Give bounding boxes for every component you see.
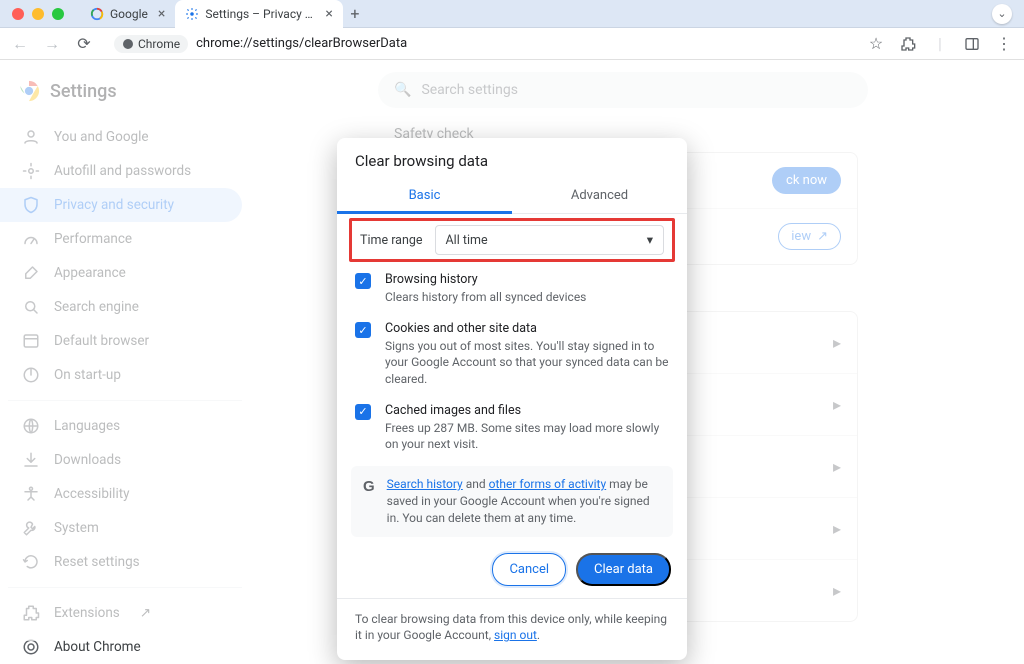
clear-browsing-data-dialog: Clear browsing data Basic Advanced Time … xyxy=(337,138,687,660)
option-desc: Frees up 287 MB. Some sites may load mor… xyxy=(385,420,669,452)
sidebar-item-label: About Chrome xyxy=(54,639,141,655)
option-desc: Clears history from all synced devices xyxy=(385,289,586,305)
sign-out-link[interactable]: sign out xyxy=(494,628,537,642)
menu-icon[interactable]: ⋮ xyxy=(992,32,1016,56)
option-title: Cookies and other site data xyxy=(385,321,669,336)
dialog-tabs: Basic Advanced xyxy=(337,180,687,214)
browser-tab-settings[interactable]: Settings – Privacy and security × xyxy=(175,0,342,28)
time-range-label: Time range xyxy=(360,233,423,248)
browser-toolbar: ← → ⟳ Chrome chrome://settings/clearBrow… xyxy=(0,28,1024,60)
tab-title: Google xyxy=(110,7,148,21)
dialog-footer: To clear browsing data from this device … xyxy=(337,598,687,661)
extensions-icon[interactable] xyxy=(896,32,920,56)
checkbox[interactable]: ✓ xyxy=(355,404,371,420)
dialog-actions: Cancel Clear data xyxy=(337,541,687,598)
close-tab-icon[interactable]: × xyxy=(325,6,332,22)
clear-option-row: ✓ Cookies and other site data Signs you ou… xyxy=(337,313,687,395)
checkbox[interactable]: ✓ xyxy=(355,322,371,338)
site-chip: Chrome xyxy=(114,35,188,53)
tab-strip: Google × Settings – Privacy and security… xyxy=(80,0,1012,28)
clear-option-row: ✓ Browsing history Clears history from all… xyxy=(337,264,687,313)
info-text: Search history and other forms of activi… xyxy=(387,476,661,526)
browser-tab-google[interactable]: Google × xyxy=(80,0,175,28)
tab-title: Settings – Privacy and security xyxy=(205,7,315,21)
tab-basic[interactable]: Basic xyxy=(337,180,512,214)
window-titlebar: Google × Settings – Privacy and security… xyxy=(0,0,1024,28)
minimize-window-icon[interactable] xyxy=(32,8,44,20)
window-controls xyxy=(12,8,64,20)
maximize-window-icon[interactable] xyxy=(52,8,64,20)
new-tab-button[interactable]: + xyxy=(343,2,367,26)
bookmark-star-icon[interactable]: ☆ xyxy=(864,32,888,56)
option-title: Browsing history xyxy=(385,272,586,287)
back-button[interactable]: ← xyxy=(8,32,32,56)
dialog-backdrop[interactable]: Clear browsing data Basic Advanced Time … xyxy=(0,60,1024,641)
google-g-icon: G xyxy=(363,476,375,526)
clear-data-button[interactable]: Clear data xyxy=(576,553,671,586)
sidepanel-icon[interactable] xyxy=(960,32,984,56)
time-range-select[interactable]: All time ▾ xyxy=(435,225,664,255)
dialog-title: Clear browsing data xyxy=(337,138,687,180)
option-title: Cached images and files xyxy=(385,403,669,418)
option-desc: Signs you out of most sites. You'll stay… xyxy=(385,338,669,387)
clear-option-row: ✓ Cached images and files Frees up 287 MB.… xyxy=(337,395,687,460)
search-history-link[interactable]: Search history xyxy=(387,477,463,491)
google-account-info: G Search history and other forms of acti… xyxy=(351,466,673,536)
cancel-button[interactable]: Cancel xyxy=(492,553,566,586)
time-range-highlight: Time range All time ▾ xyxy=(349,218,675,262)
chrome-icon xyxy=(122,38,134,50)
checkbox[interactable]: ✓ xyxy=(355,273,371,289)
chevron-down-icon: ▾ xyxy=(647,232,653,248)
close-tab-icon[interactable]: × xyxy=(158,6,165,22)
address-bar[interactable]: Chrome chrome://settings/clearBrowserDat… xyxy=(104,31,856,57)
url-text: chrome://settings/clearBrowserData xyxy=(196,36,407,51)
tab-advanced[interactable]: Advanced xyxy=(512,180,687,213)
other-activity-link[interactable]: other forms of activity xyxy=(489,477,607,491)
tab-overflow-button[interactable]: ⌄ xyxy=(992,4,1012,24)
site-chip-label: Chrome xyxy=(138,37,180,51)
divider: | xyxy=(928,32,952,56)
close-window-icon[interactable] xyxy=(12,8,24,20)
time-range-value: All time xyxy=(446,233,488,248)
google-favicon-icon xyxy=(90,7,104,21)
gear-favicon-icon xyxy=(185,7,199,21)
forward-button[interactable]: → xyxy=(40,32,64,56)
reload-button[interactable]: ⟳ xyxy=(72,32,96,56)
